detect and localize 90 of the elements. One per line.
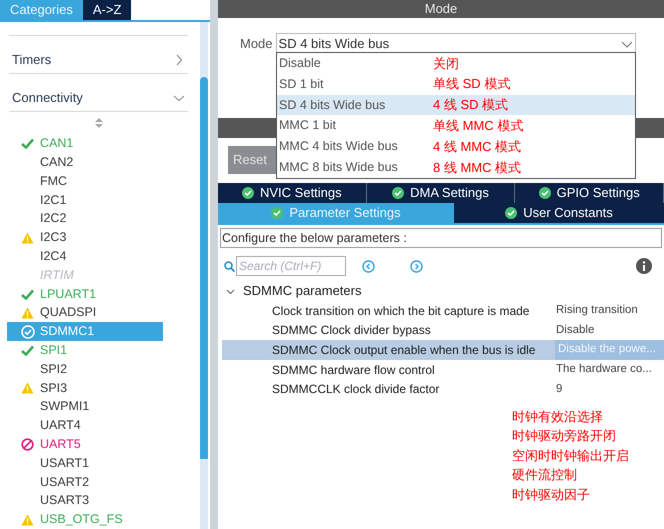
settings-tab[interactable]: NVIC Settings: [218, 183, 367, 203]
settings-tab[interactable]: GPIO Settings: [515, 183, 664, 203]
check-circle-icon: [505, 207, 518, 219]
search-icon: [224, 260, 235, 272]
check-icon: [21, 288, 34, 300]
option-note: 4 线 MMC 模式: [433, 138, 522, 156]
parameter-row[interactable]: SDMMC hardware flow control The hardware co...: [222, 360, 664, 380]
option-label: SD 4 bits Wide bus: [278, 96, 386, 114]
parameter-name: SDMMCCLK clock divide factor: [271, 381, 440, 398]
check-circle-icon: [271, 207, 284, 219]
option-note: 单线 MMC 模式: [433, 117, 524, 136]
category-label: Connectivity: [12, 89, 83, 108]
option-label: MMC 4 bits Wide bus: [278, 138, 399, 156]
mode-header: Mode: [218, 0, 664, 18]
chevron-down-icon: [226, 286, 235, 296]
parameter-row[interactable]: SDMMCCLK clock divide factor 9: [222, 379, 664, 399]
dropdown-option[interactable]: Disable 关闭: [277, 53, 635, 74]
option-note: 8 线 MMC 模式: [433, 158, 522, 177]
previous-icon[interactable]: [362, 260, 375, 272]
parameter-row[interactable]: SDMMC Clock output enable when the bus is idle Disable the powe...: [222, 340, 664, 360]
peripheral-item[interactable]: I2C3: [9, 228, 188, 248]
option-note: 关闭: [433, 54, 459, 73]
peripheral-item[interactable]: I2C2: [9, 209, 188, 228]
check-circle-icon: [21, 324, 35, 339]
warning-icon: [21, 382, 34, 394]
parameter-value: Disable the powe...: [555, 340, 664, 360]
option-note: 4 线 SD 模式: [433, 96, 508, 114]
annotation-text: 时钟驱动因子: [512, 486, 591, 504]
search-field[interactable]: Search (Ctrl+F): [236, 256, 346, 276]
sort-icon: [94, 118, 102, 128]
dropdown-option[interactable]: SD 4 bits Wide bus 4 线 SD 模式: [277, 94, 635, 116]
next-icon[interactable]: [410, 260, 423, 272]
annotation-text: 时钟驱动旁路开闭: [512, 427, 617, 446]
check-circle-icon: [392, 187, 404, 199]
peripheral-item[interactable]: USART2: [9, 472, 188, 492]
peripheral-item[interactable]: SPI2: [9, 360, 188, 379]
option-note: 单线 SD 模式: [433, 75, 510, 94]
group-header[interactable]: SDMMC parameters: [218, 281, 664, 301]
peripheral-item[interactable]: FMC: [9, 172, 188, 191]
option-label: MMC 8 bits Wide bus: [278, 159, 399, 176]
peripheral-item[interactable]: I2C4: [9, 247, 188, 266]
dropdown-option[interactable]: MMC 1 bit 单线 MMC 模式: [277, 115, 635, 136]
parameter-value: Rising transition: [555, 303, 639, 318]
parameter-name: SDMMC Clock output enable when the bus is idle: [271, 342, 536, 359]
parameter-name: Clock transition on which the bit capture is made: [271, 302, 530, 320]
parameter-name: SDMMC hardware flow control: [271, 362, 436, 379]
parameter-row[interactable]: Clock transition on which the bit capture is made Rising transition: [222, 301, 664, 321]
option-label: SD 1 bit: [278, 76, 324, 93]
parameter-row[interactable]: SDMMC Clock divider bypass Disable: [222, 320, 664, 340]
peripheral-item[interactable]: QUADSPI: [9, 303, 188, 322]
annotation-text: 硬件流控制: [512, 466, 578, 484]
scrollbar-track[interactable]: [200, 22, 208, 529]
peripheral-item[interactable]: SPI3: [9, 378, 188, 398]
chevron-down-icon: [620, 38, 633, 48]
warning-icon: [21, 306, 34, 319]
annotation-text: 时钟有效沿选择: [512, 408, 604, 426]
warning-icon: [21, 232, 34, 244]
parameter-name: SDMMC Clock divider bypass: [271, 322, 432, 340]
category-header[interactable]: Connectivity: [9, 74, 188, 112]
peripheral-item[interactable]: CAN2: [9, 153, 188, 172]
option-label: MMC 1 bit: [278, 117, 337, 134]
check-icon: [21, 344, 34, 356]
peripheral-item[interactable]: USART3: [9, 491, 188, 510]
info-icon[interactable]: [636, 258, 652, 274]
check-circle-icon: [242, 187, 254, 199]
parameter-value: Disable: [555, 322, 596, 338]
peripheral-item[interactable]: UART4: [9, 416, 188, 436]
dropdown-option[interactable]: SD 1 bit 单线 SD 模式: [277, 74, 635, 95]
hint-text: Configure the below parameters :: [220, 228, 662, 248]
annotation-text: 空闲时时钟输出开启: [512, 446, 630, 465]
check-circle-icon: [538, 187, 551, 199]
peripheral-item[interactable]: SWPMI1: [9, 397, 188, 416]
check-icon: [21, 138, 34, 150]
category-header[interactable]: Timers: [9, 36, 188, 74]
peripheral-item[interactable]: I2C1: [9, 190, 188, 210]
settings-tab[interactable]: DMA Settings: [366, 183, 516, 203]
parameter-value: 9: [555, 382, 564, 397]
settings-tab[interactable]: User Constants: [454, 203, 664, 223]
parameter-value: The hardware co...: [555, 362, 653, 377]
option-label: Disable: [278, 55, 322, 72]
peripheral-item[interactable]: UART5: [9, 435, 188, 454]
sidebar-tab[interactable]: A->Z: [82, 0, 132, 20]
dropdown-option[interactable]: MMC 8 bits Wide bus 8 线 MMC 模式: [277, 156, 635, 178]
category-label: Timers: [12, 51, 52, 70]
peripheral-item[interactable]: USART1: [9, 454, 188, 473]
prohibited-icon: [21, 438, 34, 451]
mode-label: Mode: [240, 34, 273, 53]
scrollbar-thumb[interactable]: [200, 77, 208, 459]
warning-icon: [21, 514, 34, 526]
dropdown-option[interactable]: MMC 4 bits Wide bus 4 线 MMC 模式: [277, 136, 635, 157]
